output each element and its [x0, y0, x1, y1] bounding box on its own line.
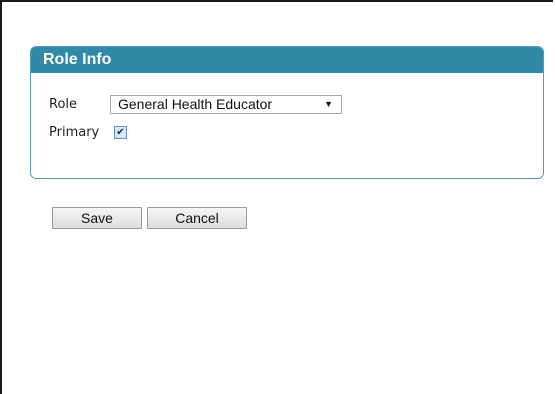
role-info-panel: Role Info Role General Health Educator ▼…	[30, 46, 544, 179]
role-row: Role General Health Educator ▼	[49, 95, 342, 114]
role-select[interactable]: General Health Educator ▼	[110, 95, 342, 114]
panel-title: Role Info	[31, 47, 543, 73]
role-select-value: General Health Educator	[118, 96, 273, 112]
chevron-down-icon: ▼	[324, 99, 333, 109]
primary-checkbox[interactable]: ✔	[114, 126, 127, 139]
role-label: Role	[49, 97, 78, 112]
primary-row: Primary ✔	[49, 125, 127, 140]
cancel-button[interactable]: Cancel	[147, 207, 247, 229]
save-button[interactable]: Save	[52, 207, 142, 229]
page-frame: Role Info Role General Health Educator ▼…	[0, 0, 553, 394]
primary-label: Primary	[49, 125, 100, 140]
check-icon: ✔	[116, 127, 125, 138]
